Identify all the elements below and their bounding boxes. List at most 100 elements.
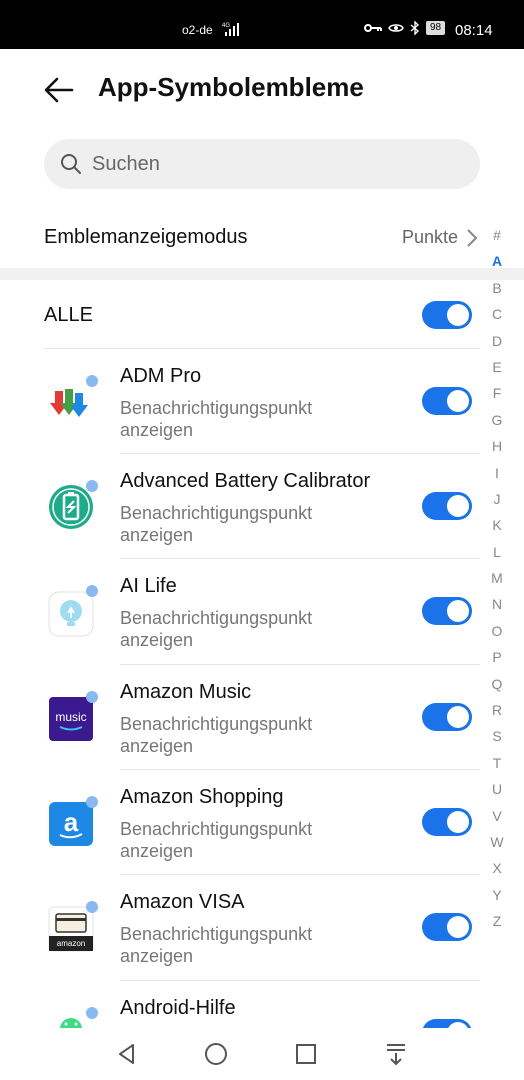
toggle-knob xyxy=(447,304,469,326)
app-toggle[interactable] xyxy=(422,1019,472,1028)
all-toggle[interactable] xyxy=(422,301,472,329)
amazon-music-icon: music xyxy=(49,697,93,741)
app-subtitle: Benachrichtigungspunkt anzeigen xyxy=(120,608,313,650)
search-bar[interactable] xyxy=(44,139,480,189)
list-item: Android-Hilfe xyxy=(0,981,484,1028)
alphabet-letter[interactable]: M xyxy=(486,565,508,591)
toggle-knob xyxy=(447,600,469,622)
alphabet-letter[interactable]: W xyxy=(486,829,508,855)
badge-dot xyxy=(86,585,98,597)
badge-mode-label: Emblemanzeigemodus xyxy=(44,226,248,248)
toggle-knob xyxy=(447,390,469,412)
navigation-bar xyxy=(0,1028,524,1080)
bluetooth-icon xyxy=(410,21,420,35)
alphabet-letter[interactable]: U xyxy=(486,776,508,802)
badge-mode-row[interactable]: Emblemanzeigemodus Punkte xyxy=(0,210,484,264)
alphabet-letter[interactable]: O xyxy=(486,618,508,644)
back-button[interactable] xyxy=(40,70,80,110)
back-triangle-icon[interactable] xyxy=(113,1040,141,1068)
app-toggle[interactable] xyxy=(422,492,472,520)
list-item: a Amazon Shopping Benachrichtigungspunkt… xyxy=(0,770,484,876)
alphabet-letter[interactable]: Y xyxy=(486,882,508,908)
list-item: music Amazon Music Benachrichtigungspunk… xyxy=(0,665,484,771)
badge-dot xyxy=(86,901,98,913)
alphabet-letter[interactable]: N xyxy=(486,591,508,617)
search-icon xyxy=(61,154,81,174)
alphabet-letter[interactable]: E xyxy=(486,354,508,380)
toggle-knob xyxy=(447,706,469,728)
amazon-visa-icon: amazon xyxy=(48,906,94,952)
app-toggle[interactable] xyxy=(422,597,472,625)
notification-pulldown-icon[interactable] xyxy=(382,1040,410,1068)
app-subtitle: Benachrichtigungspunkt anzeigen xyxy=(120,819,313,861)
section-divider xyxy=(0,268,524,280)
amazon-music-icon-text: music xyxy=(55,710,86,724)
app-toggle[interactable] xyxy=(422,913,472,941)
arrow-left-icon xyxy=(44,77,74,103)
app-toggle[interactable] xyxy=(422,387,472,415)
alphabet-letter[interactable]: X xyxy=(486,855,508,881)
alphabet-letter[interactable]: L xyxy=(486,539,508,565)
carrier-label: o2-de xyxy=(182,23,213,37)
toggle-knob xyxy=(447,916,469,938)
app-toggle[interactable] xyxy=(422,703,472,731)
chevron-right-icon xyxy=(467,229,478,247)
alphabet-index[interactable]: # A B C D E F G H I J K L M N O P Q R S T U V W X Y Z xyxy=(486,222,508,935)
amazon-visa-icon-text: amazon xyxy=(57,939,85,948)
badge-mode-value: Punkte xyxy=(401,227,458,247)
alphabet-letter[interactable]: P xyxy=(486,644,508,670)
battery-calibrator-icon xyxy=(49,485,93,529)
alphabet-letter[interactable]: Q xyxy=(486,671,508,697)
ai-life-icon xyxy=(48,591,94,637)
app-name: Amazon Shopping xyxy=(120,786,284,808)
list-item: Advanced Battery Calibrator Benachrichti… xyxy=(0,454,484,560)
svg-text:4G: 4G xyxy=(222,23,230,29)
battery-indicator: 98 xyxy=(426,21,446,35)
app-name: AI Life xyxy=(120,575,177,597)
page-title: App-Symbolembleme xyxy=(98,72,364,102)
app-toggle[interactable] xyxy=(422,808,472,836)
alphabet-letter[interactable]: A xyxy=(486,248,508,274)
badge-dot xyxy=(86,1007,98,1019)
clock: 08:14 xyxy=(455,22,493,39)
alphabet-letter[interactable]: H xyxy=(486,433,508,459)
app-name: Android-Hilfe xyxy=(120,997,236,1019)
alphabet-letter[interactable]: F xyxy=(486,380,508,406)
alphabet-letter[interactable]: C xyxy=(486,301,508,327)
alphabet-letter[interactable]: B xyxy=(486,275,508,301)
alphabet-letter[interactable]: R xyxy=(486,697,508,723)
alphabet-letter[interactable]: D xyxy=(486,328,508,354)
alphabet-letter[interactable]: # xyxy=(486,222,508,248)
search-input[interactable] xyxy=(92,139,462,189)
home-circle-icon[interactable] xyxy=(202,1040,230,1068)
badge-dot xyxy=(86,480,98,492)
eye-icon xyxy=(388,24,404,32)
recents-square-icon[interactable] xyxy=(292,1040,320,1068)
alphabet-letter[interactable]: J xyxy=(486,486,508,512)
app-subtitle: Benachrichtigungspunkt anzeigen xyxy=(120,714,313,756)
app-name: Amazon Music xyxy=(120,681,252,703)
toggle-knob xyxy=(447,811,469,833)
alphabet-letter[interactable]: G xyxy=(486,407,508,433)
alphabet-letter[interactable]: I xyxy=(486,460,508,486)
app-name: Advanced Battery Calibrator xyxy=(120,470,371,492)
badge-dot xyxy=(86,691,98,703)
app-subtitle: Benachrichtigungspunkt anzeigen xyxy=(120,398,313,440)
key-icon xyxy=(364,24,382,32)
svg-text:a: a xyxy=(64,807,79,837)
alphabet-letter[interactable]: T xyxy=(486,750,508,776)
app-name: ADM Pro xyxy=(120,365,202,387)
status-bar: o2-de 4G 98 08:14 xyxy=(0,0,524,49)
alphabet-letter[interactable]: V xyxy=(486,803,508,829)
badge-dot xyxy=(86,375,98,387)
list-item: AI Life Benachrichtigungspunkt anzeigen xyxy=(0,559,484,665)
alphabet-letter[interactable]: S xyxy=(486,723,508,749)
alphabet-letter[interactable]: K xyxy=(486,512,508,538)
badge-dot xyxy=(86,796,98,808)
signal-icon: 4G xyxy=(222,22,240,39)
list-item: amazon Amazon VISA Benachrichtigungspunk… xyxy=(0,875,484,981)
all-label: ALLE xyxy=(44,304,93,326)
alphabet-letter[interactable]: Z xyxy=(486,908,508,934)
amazon-shopping-icon: a xyxy=(49,802,93,846)
list-item: ADM Pro Benachrichtigungspunkt anzeigen xyxy=(0,349,484,455)
